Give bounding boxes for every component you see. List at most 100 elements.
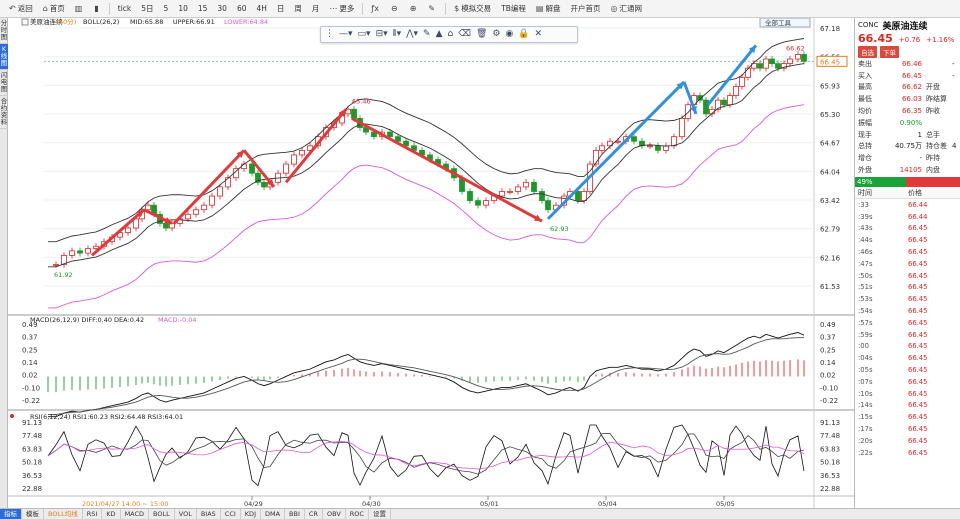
- toolbar-item-13[interactable]: 周: [289, 0, 307, 18]
- rsi-settings-icon[interactable]: [10, 414, 14, 418]
- toolbar-item-11[interactable]: 4H: [252, 0, 272, 18]
- quote-buttons: 自选 下单: [855, 46, 960, 58]
- tick-row: :00 66.45: [855, 341, 960, 353]
- toolbar-item-18[interactable]: ⊕: [405, 0, 424, 18]
- quote-key-2: 昨收: [926, 107, 940, 116]
- toolbar-item-16[interactable]: ƒx: [366, 0, 386, 18]
- toolbar-item-22[interactable]: ▤ 解盘: [531, 0, 566, 18]
- tick-time: :54s: [858, 307, 873, 316]
- indicator-tab-2[interactable]: BOLL均线: [44, 509, 83, 519]
- quote-row: 最高 66.62 开盘: [855, 82, 960, 94]
- toolbar-item-19[interactable]: ✎: [423, 0, 442, 18]
- macd-tick-label-left: 0.37: [22, 334, 38, 342]
- candle-body: [125, 227, 131, 233]
- left-tab-0[interactable]: 分时图: [0, 18, 8, 44]
- indicator-tab-8[interactable]: BIAS: [197, 509, 221, 519]
- toolbar-item-15[interactable]: ⋯ 更多: [324, 0, 359, 18]
- toolbar-item-label: 5: [163, 4, 169, 13]
- tick-time: :57s: [858, 318, 873, 327]
- quote-button-0[interactable]: 自选: [858, 46, 877, 58]
- rsi-tick-label: 63.83: [820, 445, 840, 453]
- toolbar-item-4[interactable]: tick: [113, 0, 137, 18]
- toolbar-item-2[interactable]: ▥: [70, 0, 90, 18]
- indicator-tab-9[interactable]: CCI: [221, 509, 241, 519]
- line-tool-icon[interactable]: —▾: [339, 27, 353, 42]
- indicator-tab-10[interactable]: KDJ: [241, 509, 261, 519]
- tick-time: :51s: [858, 283, 873, 292]
- marker-tool-icon[interactable]: ▲: [436, 27, 443, 42]
- rsi-tick-label-left: 77.48: [22, 432, 42, 440]
- macd-tick-label-left: 0.02: [22, 372, 38, 380]
- indicator-tab-14[interactable]: OBV: [323, 509, 346, 519]
- toolbar-item-8[interactable]: 15: [193, 0, 213, 18]
- pen-tool-icon[interactable]: ✎: [423, 27, 431, 42]
- toolbar-item-label: 开户首页: [570, 4, 601, 13]
- toolbar-item-0[interactable]: ↶ 返回: [4, 0, 38, 18]
- close-icon[interactable]: ✕: [535, 27, 543, 42]
- price-tick-label: 63.42: [820, 197, 840, 205]
- quote-value-2: -: [952, 59, 955, 68]
- legend-toggle-icon[interactable]: [21, 18, 29, 26]
- indicator-tab-6[interactable]: BOLL: [149, 509, 175, 519]
- toolbar-item-7[interactable]: 10: [173, 0, 193, 18]
- drag-handle-icon[interactable]: ⋮: [325, 27, 334, 42]
- tick-price: 66.45: [908, 248, 928, 257]
- indicator-tab-13[interactable]: CR: [305, 509, 323, 519]
- settings-icon[interactable]: ⚙: [492, 27, 500, 42]
- toolbar-item-14[interactable]: 月: [307, 0, 325, 18]
- candle-body: [475, 200, 481, 206]
- toolbar-item-23[interactable]: 开户首页: [565, 0, 605, 18]
- left-tab-1[interactable]: K线图: [0, 44, 8, 70]
- toolbar-item-3[interactable]: ▮: [89, 0, 105, 18]
- trash-icon[interactable]: 🗑: [476, 27, 487, 42]
- left-tab-3[interactable]: 合约资料: [0, 96, 8, 129]
- ticks-list[interactable]: :33 66.44:39s 66.44:43s 66.45:44s 66.45:46s 6…: [855, 199, 960, 459]
- tick-price: 66.45: [908, 401, 928, 410]
- tick-price: 66.45: [908, 318, 928, 327]
- quote-title: CONC 美原油连续: [855, 18, 960, 32]
- toolbar-item-1[interactable]: ⌂ 首页: [38, 0, 70, 18]
- toolbar-item-9[interactable]: 30: [212, 0, 232, 18]
- candle-body: [69, 250, 75, 256]
- left-tab-2[interactable]: 闪电图: [0, 70, 8, 96]
- quote-value: 0.90%: [899, 118, 922, 127]
- fib-tool-icon[interactable]: ⦀▾: [393, 27, 401, 42]
- candle-body: [241, 163, 247, 170]
- toolbar-item-10[interactable]: 60: [232, 0, 252, 18]
- tick-row: :20s 66.45: [855, 435, 960, 447]
- wave-tool-icon[interactable]: ⋀▾: [406, 27, 418, 42]
- toolbar-item-21[interactable]: TB编程: [496, 0, 531, 18]
- indicator-tab-1[interactable]: 模板: [22, 509, 44, 519]
- indicator-tab-12[interactable]: BBI: [285, 509, 305, 519]
- eye-icon[interactable]: ◉: [505, 27, 513, 42]
- toolbar-item-20[interactable]: $ 模拟交易: [449, 0, 496, 18]
- indicator-tab-5[interactable]: MACD: [121, 509, 150, 519]
- kline-chart[interactable]: 67.1866.5665.9365.3064.6764.0463.4262.79…: [8, 17, 854, 508]
- channel-tool-icon[interactable]: ⊟▾: [376, 27, 388, 42]
- indicator-tab-3[interactable]: RSI: [83, 509, 103, 519]
- rect-tool-icon[interactable]: ▭▾: [358, 27, 371, 42]
- lock-icon[interactable]: 🔒: [518, 27, 529, 42]
- quote-key-2: 总手: [926, 130, 940, 139]
- eraser-tool-icon[interactable]: ⌫: [458, 27, 471, 42]
- indicator-tab-15[interactable]: ROC: [346, 509, 369, 519]
- indicator-tab-11[interactable]: DMA: [261, 509, 286, 519]
- toolbar-item-17[interactable]: ⊖: [386, 0, 405, 18]
- indicator-tab-7[interactable]: VOL: [175, 509, 197, 519]
- tick-row: :15s 66.45: [855, 411, 960, 423]
- toolbar-item-12[interactable]: 日: [272, 0, 290, 18]
- quote-button-1[interactable]: 下单: [880, 46, 899, 58]
- toolbar-item-6[interactable]: 5: [159, 0, 174, 18]
- indicator-tab-0[interactable]: 指标: [0, 509, 22, 519]
- tick-row: :47s 66.45: [855, 258, 960, 270]
- candle-body: [769, 58, 775, 65]
- toolbar-item-24[interactable]: ◎ 汇通网: [605, 0, 646, 18]
- rsi-tick-label-left: 36.53: [22, 472, 42, 480]
- indicator-tab-16[interactable]: 设置: [369, 509, 391, 519]
- toolbar-item-5[interactable]: 5日: [136, 0, 158, 18]
- indicator-tab-4[interactable]: KD: [102, 509, 121, 519]
- tick-time: :04s: [858, 354, 873, 363]
- chart-area[interactable]: 67.1866.5665.9365.3064.6764.0463.4262.79…: [8, 17, 854, 508]
- stamp-tool-icon[interactable]: ⌂: [447, 27, 453, 42]
- trend-arrow-up: [91, 208, 145, 257]
